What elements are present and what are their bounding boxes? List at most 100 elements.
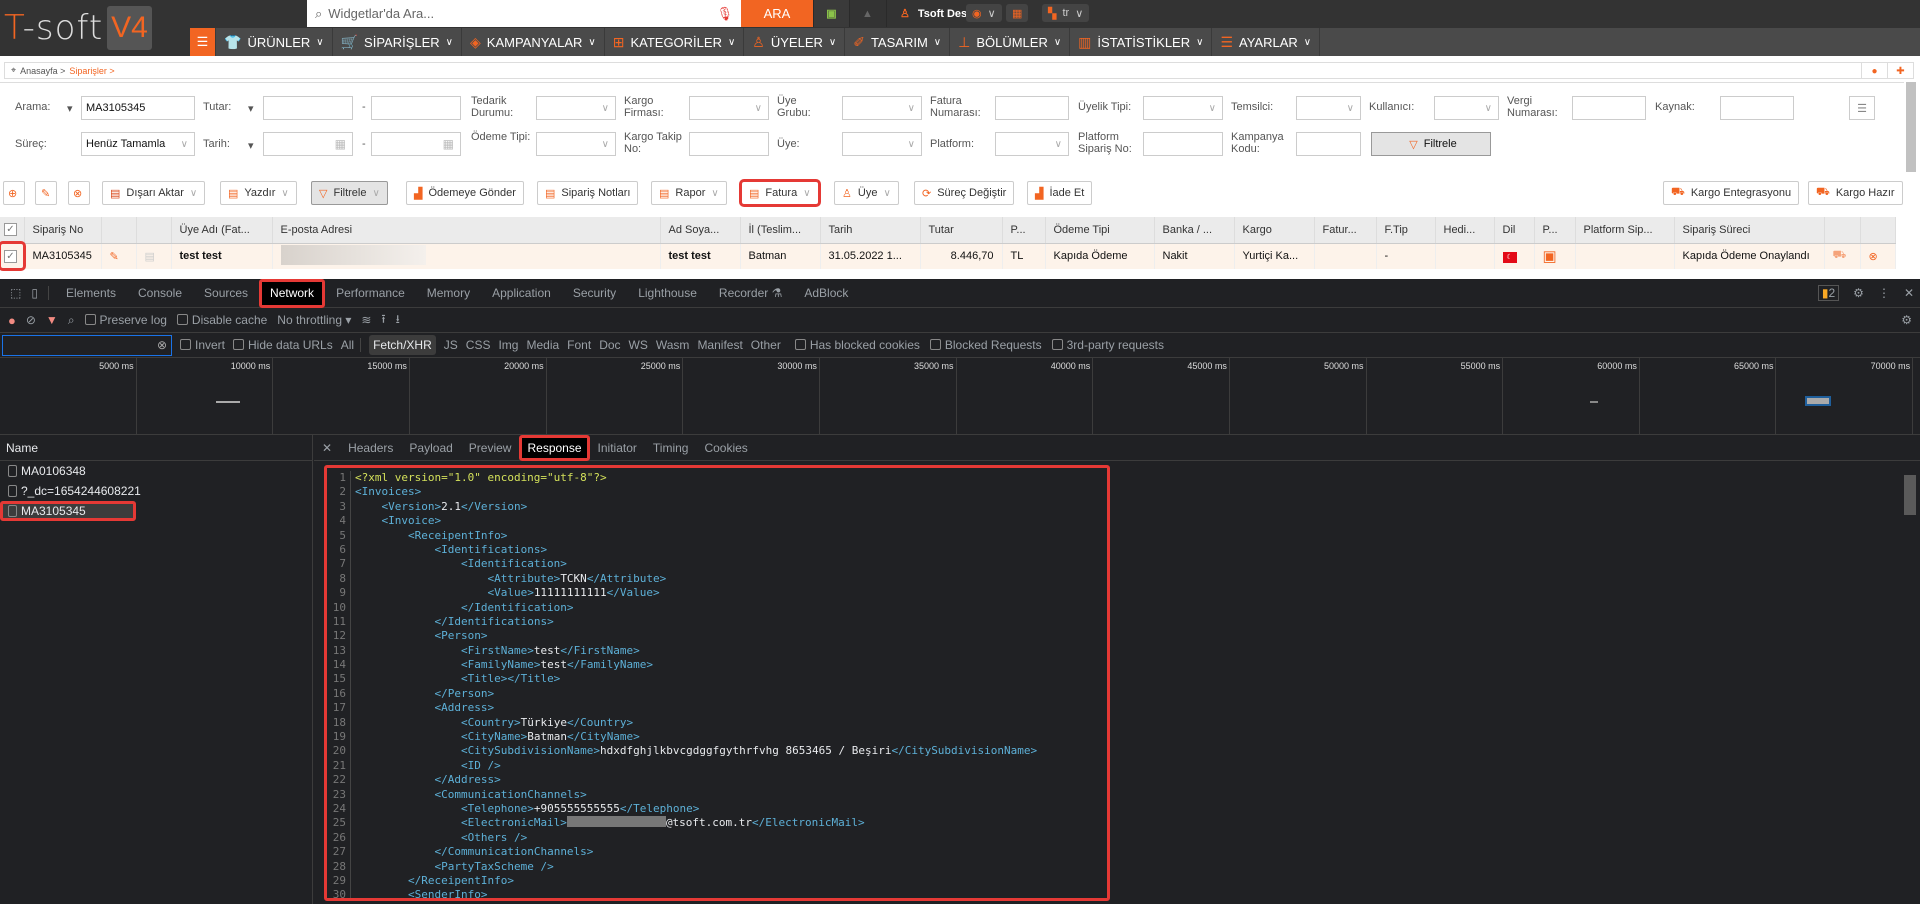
uyelik-tipi-select[interactable] (1143, 96, 1223, 120)
page-scrollbar[interactable] (1906, 82, 1916, 172)
devtools-tab-recorder[interactable]: Recorder ⚗ (708, 279, 793, 308)
filtrele-submit-button[interactable]: ▽ Filtrele (1371, 132, 1491, 156)
tarih-end-input[interactable] (371, 132, 461, 156)
columns-menu-button[interactable]: ☰ (1849, 96, 1875, 120)
rapor-button[interactable]: ▤ Rapor ∨ (651, 181, 727, 205)
column-header[interactable]: Banka / ... (1154, 217, 1235, 244)
request-item[interactable]: ?_dc=1654244608221 (0, 481, 312, 501)
edit-row-icon[interactable]: ✎ (101, 243, 137, 269)
add-button[interactable]: ⊕ (3, 181, 25, 205)
detail-tab-timing[interactable]: Timing (645, 435, 697, 461)
filter-type-media[interactable]: Media (526, 338, 559, 352)
column-header[interactable]: Hedi... (1435, 217, 1495, 244)
column-header[interactable] (1860, 217, 1896, 244)
column-header[interactable] (101, 217, 137, 244)
tedarik-select[interactable] (536, 96, 616, 120)
visibility-dropdown[interactable]: ◉ ∨ (966, 4, 1002, 22)
devtools-tab-network[interactable]: Network (259, 278, 326, 308)
settings-gear-icon[interactable]: ⚙ (1853, 286, 1864, 300)
devtools-tab-elements[interactable]: Elements (55, 279, 127, 308)
menu-toggle[interactable]: ☰ (190, 28, 216, 56)
close-detail-icon[interactable]: ✕ (314, 441, 340, 455)
filter-check-0[interactable]: Has blocked cookies (794, 338, 920, 352)
fatura-button[interactable]: ▤ Fatura ∨ (739, 179, 821, 207)
import-har-icon[interactable]: ⭱ (381, 310, 385, 331)
column-header[interactable]: P... (1534, 217, 1576, 244)
response-scrollbar[interactable] (1904, 475, 1916, 515)
column-header[interactable]: Sipariş No (24, 217, 102, 244)
breadcrumb-current[interactable]: Siparişler > (69, 66, 114, 76)
select-all-checkbox[interactable]: ✓ (4, 223, 17, 237)
iade-et-button[interactable]: ▟ İade Et (1027, 181, 1093, 205)
name-column-header[interactable]: Name (0, 435, 312, 461)
nav-chart[interactable]: ▥ İSTATİSTİKLER ∨ (1070, 28, 1213, 56)
filter-type-manifest[interactable]: Manifest (697, 338, 742, 352)
filter-type-css[interactable]: CSS (466, 338, 491, 352)
devtools-tab-performance[interactable]: Performance (325, 279, 416, 308)
filter-check-2[interactable]: 3rd-party requests (1051, 338, 1164, 352)
column-header[interactable]: Fatur... (1314, 217, 1377, 244)
uye-select[interactable] (842, 132, 922, 156)
nav-sitemap[interactable]: ⊞ KATEGORİLER ∨ (605, 28, 745, 56)
tarih-start-input[interactable] (263, 132, 353, 156)
filter-type-all[interactable]: All (341, 338, 362, 352)
column-header[interactable]: Üye Adı (Fat... (171, 217, 273, 244)
arama-input[interactable]: MA3105345 (81, 96, 195, 120)
uye-grubu-select[interactable] (842, 96, 922, 120)
column-header[interactable]: Tarih (820, 217, 921, 244)
temsilci-select[interactable] (1296, 96, 1361, 120)
clear-icon[interactable]: ⊘ (26, 313, 36, 327)
devtools-tab-memory[interactable]: Memory (416, 279, 481, 308)
nav-cart[interactable]: 🛒 SİPARİŞLER ∨ (333, 28, 462, 56)
detail-tab-headers[interactable]: Headers (340, 435, 401, 461)
kargo-firma-select[interactable] (689, 96, 769, 120)
kargo-takip-input[interactable] (689, 132, 769, 156)
disable-cache-checkbox[interactable]: Disable cache (176, 313, 267, 327)
network-filter-input[interactable]: ⊗ (2, 334, 172, 356)
device-toolbar-icon[interactable]: ▯ (27, 286, 49, 300)
export-har-icon[interactable]: ⭳ (396, 310, 400, 331)
warning-icon[interactable]: ▲ (849, 0, 885, 27)
detail-tab-payload[interactable]: Payload (401, 435, 460, 461)
nav-users[interactable]: ♙ ÜYELER ∨ (744, 28, 846, 56)
search-button[interactable]: ARA (741, 0, 813, 27)
detail-tab-response[interactable]: Response (519, 434, 590, 461)
nav-settings[interactable]: ☰ AYARLAR ∨ (1212, 28, 1321, 56)
filter-type-font[interactable]: Font (567, 338, 591, 352)
apps-button[interactable]: ▦ (1006, 4, 1028, 22)
devtools-tab-lighthouse[interactable]: Lighthouse (627, 279, 708, 308)
column-header[interactable]: Sipariş Süreci (1674, 217, 1825, 244)
filtrele-toggle-button[interactable]: ▽ Filtrele ∨ (311, 181, 388, 205)
tutar-min-input[interactable] (263, 96, 353, 120)
column-header[interactable]: ✓ (0, 217, 25, 244)
throttling-select[interactable]: No throttling ▾ (277, 313, 351, 327)
play-icon[interactable]: ● (1861, 63, 1887, 79)
column-header[interactable]: Ödeme Tipi (1045, 217, 1155, 244)
filter-type-doc[interactable]: Doc (599, 338, 620, 352)
request-item[interactable]: MA3105345 (0, 501, 136, 521)
filter-type-hidedataurls[interactable]: Hide data URLs (233, 338, 333, 352)
odemeye-gonder-button[interactable]: ▟ Ödemeye Gönder (406, 181, 524, 205)
filter-check-1[interactable]: Blocked Requests (929, 338, 1042, 352)
column-header[interactable]: Tutar (920, 217, 1003, 244)
devtools-tab-console[interactable]: Console (127, 279, 193, 308)
surec-degistir-button[interactable]: ⟳ Süreç Değiştir (914, 181, 1015, 205)
surec-select[interactable]: Henüz Tamamla (81, 132, 195, 156)
kampanya-input[interactable] (1296, 132, 1361, 156)
table-row[interactable]: ✓ MA3105345 ✎ ▤ test test test test Batm… (0, 241, 1896, 271)
disari-aktar-button[interactable]: ▤ Dışarı Aktar ∨ (102, 181, 206, 205)
devtools-tab-sources[interactable]: Sources (193, 279, 259, 308)
column-header[interactable] (136, 217, 172, 244)
filter-type-ws[interactable]: WS (629, 338, 648, 352)
clear-filter-icon[interactable]: ⊗ (157, 338, 167, 352)
cancel-row-icon[interactable]: ⊗ (1860, 243, 1896, 269)
breadcrumb-home[interactable]: Anasayfa > (20, 66, 65, 76)
help-icon[interactable]: ✚ (1887, 63, 1913, 79)
preserve-log-checkbox[interactable]: Preserve log (84, 313, 167, 327)
request-item[interactable]: MA0106348 (0, 461, 312, 481)
platform-select[interactable] (995, 132, 1069, 156)
filter-type-fetchxhr[interactable]: Fetch/XHR (369, 335, 436, 355)
devtools-tab-adblock[interactable]: AdBlock (793, 279, 859, 308)
note-row-icon[interactable]: ▤ (136, 243, 172, 269)
siparis-notlari-button[interactable]: ▤ Sipariş Notları (537, 181, 639, 205)
